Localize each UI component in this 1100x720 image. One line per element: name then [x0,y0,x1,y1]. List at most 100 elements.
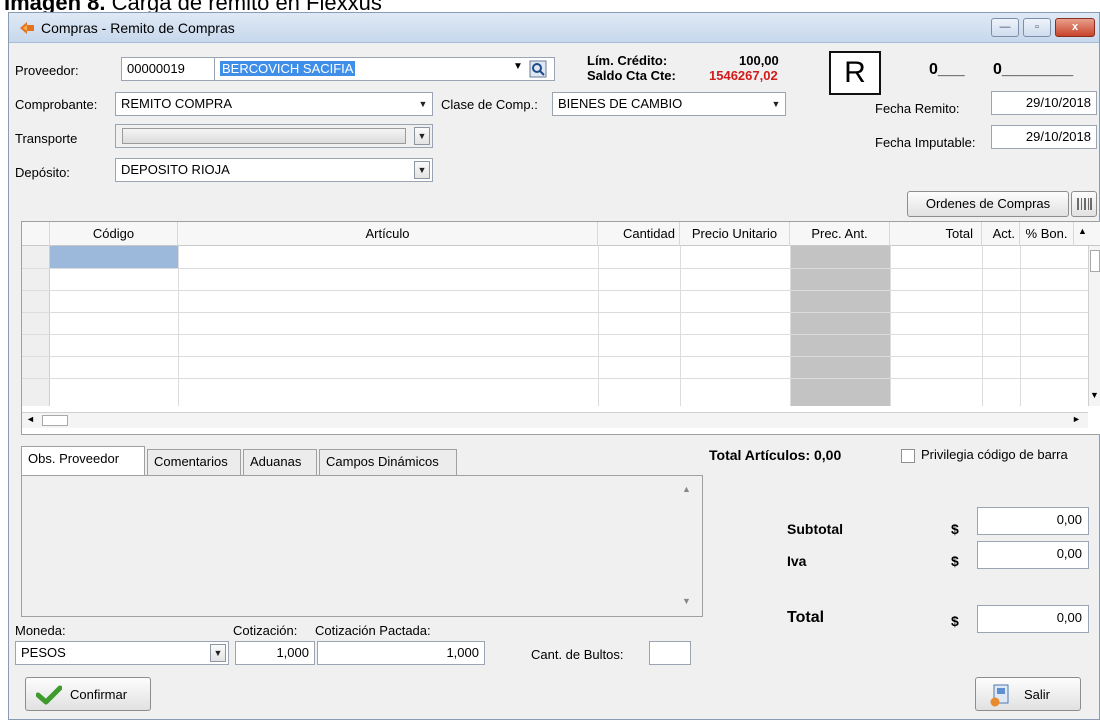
proveedor-code-field[interactable]: 00000019 [121,57,215,81]
app-icon [20,22,34,34]
grid-column-divider [598,246,599,406]
tab-aduanas[interactable]: Aduanas [243,449,317,475]
confirmar-button[interactable]: Confirmar [25,677,151,711]
chevron-down-icon: ▼ [771,99,781,109]
grid-row-divider [22,290,1088,291]
grid-row-divider [22,378,1088,379]
proveedor-name-combo[interactable]: BERCOVICH SACIFIA [215,57,555,81]
vertical-scroll-thumb[interactable] [1090,250,1100,272]
bultos-field[interactable] [649,641,691,665]
ordenes-compras-button[interactable]: Ordenes de Compras [907,191,1069,217]
cotizacion-field[interactable]: 1,000 [235,641,315,665]
iva-currency: $ [951,553,959,569]
grid-column-divider [1020,246,1021,406]
scroll-left-icon[interactable]: ◄ [26,414,35,424]
clase-value: BIENES DE CAMBIO [558,96,683,111]
subtotal-field[interactable]: 0,00 [977,507,1089,535]
salir-button[interactable]: Salir [975,677,1081,711]
search-provider-icon[interactable] [529,60,547,78]
scroll-up-icon[interactable]: ▲ [1078,226,1087,236]
obs-proveedor-panel[interactable]: ▲ ▼ [21,475,703,617]
grid-column-divider [890,246,891,406]
proveedor-name: BERCOVICH SACIFIA [220,61,356,76]
grid-column-divider [178,246,179,406]
exit-icon [990,684,1009,707]
column-header-cantidad[interactable]: Cantidad [598,222,680,246]
lim-credito-label: Lím. Crédito: [587,53,668,68]
prec-ant-column [790,246,890,406]
cot-pactada-field[interactable]: 1,000 [317,641,485,665]
total-currency: $ [951,613,959,629]
grid-header-corner [22,222,50,246]
chevron-down-icon: ▼ [414,127,430,145]
moneda-combo[interactable]: PESOS ▼ [15,641,229,665]
articles-grid[interactable]: Código Artículo Cantidad Precio Unitario… [21,221,1100,435]
fecha-remito-label-text: Fecha Remito: [875,101,960,116]
fecha-remito-field[interactable]: 29/10/2018 [991,91,1097,115]
horizontal-scroll-thumb[interactable] [42,415,68,426]
transporte-combo[interactable]: ▼ [115,124,433,148]
minimize-button[interactable]: — [991,18,1019,37]
salir-label: Salir [1024,687,1051,702]
barcode-icon [1077,198,1092,210]
cot-pactada-label: Cotización Pactada: [315,623,431,638]
transporte-label: Transporte [15,131,78,146]
column-header-precio-unitario[interactable]: Precio Unitario [680,222,790,246]
lim-credito-value: 100,00 [739,53,779,68]
comprobante-letter: R [829,51,881,95]
privilegia-checkbox[interactable] [901,449,915,463]
saldo-value: 1546267,02 [709,68,778,83]
barcode-button[interactable] [1071,191,1097,217]
column-header-articulo[interactable]: Artículo [178,222,598,246]
column-header-codigo[interactable]: Código [50,222,178,246]
maximize-button[interactable]: ▫ [1023,18,1051,37]
close-button[interactable]: x [1055,18,1095,37]
bultos-label: Cant. de Bultos: [531,647,624,662]
comprobante-combo[interactable]: REMITO COMPRA ▼ [115,92,433,116]
comprobante-value: REMITO COMPRA [121,96,232,111]
grid-column-divider [790,246,791,406]
deposito-combo[interactable]: DEPOSITO RIOJA ▼ [115,158,433,182]
punto-venta-number[interactable]: 0___ [929,61,965,79]
horizontal-scrollbar[interactable]: ◄ ► [22,412,1088,428]
scroll-right-icon[interactable]: ► [1072,414,1081,424]
moneda-label: Moneda: [15,623,66,638]
row-selector-column [22,246,50,406]
iva-field[interactable]: 0,00 [977,541,1089,569]
subtotal-currency: $ [951,521,959,537]
column-header-bon[interactable]: % Bon. [1020,222,1074,246]
window-title: Compras - Remito de Compras [41,20,235,36]
grid-row-divider [22,356,1088,357]
fecha-imputable-label: Fecha Imputable: [875,135,976,150]
moneda-value: PESOS [21,645,66,660]
transporte-value [122,128,406,144]
saldo-label: Saldo Cta Cte: [587,68,676,83]
scroll-up-icon[interactable]: ▲ [682,484,691,494]
column-header-prec-ant[interactable]: Prec. Ant. [790,222,890,246]
tab-obs-proveedor[interactable]: Obs. Proveedor [21,446,145,476]
vertical-scrollbar[interactable]: ▼ [1088,246,1100,406]
grid-row-divider [22,312,1088,313]
total-field[interactable]: 0,00 [977,605,1089,633]
clase-combo[interactable]: BIENES DE CAMBIO ▼ [552,92,786,116]
column-header-total[interactable]: Total [890,222,982,246]
title-bar: Compras - Remito de Compras — ▫ x [9,13,1099,43]
checkmark-icon [36,685,62,705]
tab-campos-dinamicos[interactable]: Campos Dinámicos [319,449,457,475]
scroll-down-icon[interactable]: ▼ [1090,390,1099,400]
fecha-imputable-field[interactable]: 29/10/2018 [991,125,1097,149]
subtotal-label: Subtotal [787,521,843,537]
scroll-down-icon[interactable]: ▼ [682,596,691,606]
comprobante-number[interactable]: 0________ [993,61,1073,79]
privilegia-label: Privilegia código de barra [921,447,1068,462]
obs-proveedor-textarea[interactable] [26,480,698,612]
grid-header: Código Artículo Cantidad Precio Unitario… [22,222,1100,246]
selected-cell[interactable] [50,246,178,268]
app-window: Compras - Remito de Compras — ▫ x Provee… [8,12,1100,720]
proveedor-dropdown-arrow-icon[interactable]: ▼ [513,61,523,72]
chevron-down-icon: ▼ [418,99,428,109]
column-header-act[interactable]: Act. [982,222,1020,246]
clase-label: Clase de Comp.: [441,97,538,112]
total-label: Total [787,609,825,626]
tab-comentarios[interactable]: Comentarios [147,449,241,475]
